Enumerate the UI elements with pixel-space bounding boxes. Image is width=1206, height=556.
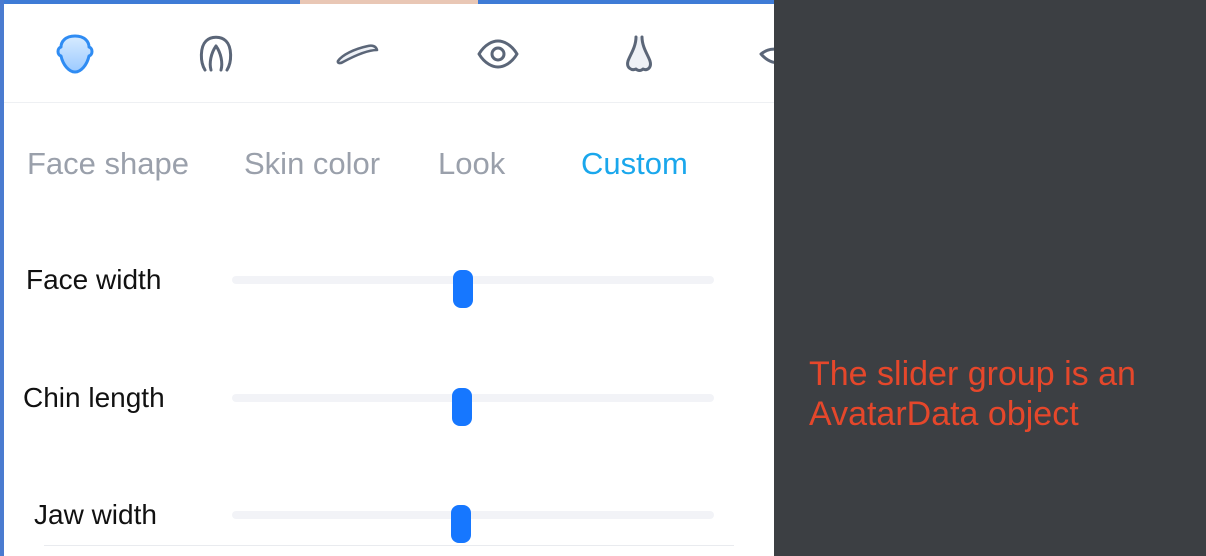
slider-thumb[interactable] [451, 505, 472, 543]
hair-icon[interactable] [190, 28, 242, 80]
feature-icon-bar [0, 4, 774, 102]
tab-look[interactable]: Look [438, 140, 505, 188]
face-shape-icon[interactable] [49, 28, 101, 80]
slider-label: Face width [26, 264, 162, 295]
slider-chin-length: Chin length [0, 370, 774, 426]
category-tabs: Face shape Skin color Look Custom [0, 140, 774, 190]
tab-custom[interactable]: Custom [581, 140, 688, 188]
nose-icon[interactable] [613, 28, 665, 80]
annotation-text: The slider group is an AvatarData object [809, 355, 1136, 433]
slider-face-width: Face width [0, 252, 774, 308]
mouth-icon[interactable] [754, 28, 774, 80]
bottom-divider [44, 545, 734, 546]
eyebrow-icon[interactable] [331, 28, 383, 80]
slider-label: Chin length [23, 382, 165, 413]
tab-face-shape[interactable]: Face shape [27, 140, 189, 188]
icon-bar-divider [4, 102, 774, 103]
slider-track[interactable] [232, 511, 714, 519]
slider-thumb[interactable] [452, 388, 473, 426]
slider-track[interactable] [232, 394, 714, 402]
tab-skin-color[interactable]: Skin color [244, 140, 380, 188]
eye-icon[interactable] [472, 28, 524, 80]
avatar-editor-panel: Face shape Skin color Look Custom Face w… [0, 0, 774, 556]
slider-jaw-width: Jaw width [0, 487, 774, 543]
slider-thumb[interactable] [453, 270, 474, 308]
slider-label: Jaw width [34, 499, 157, 530]
